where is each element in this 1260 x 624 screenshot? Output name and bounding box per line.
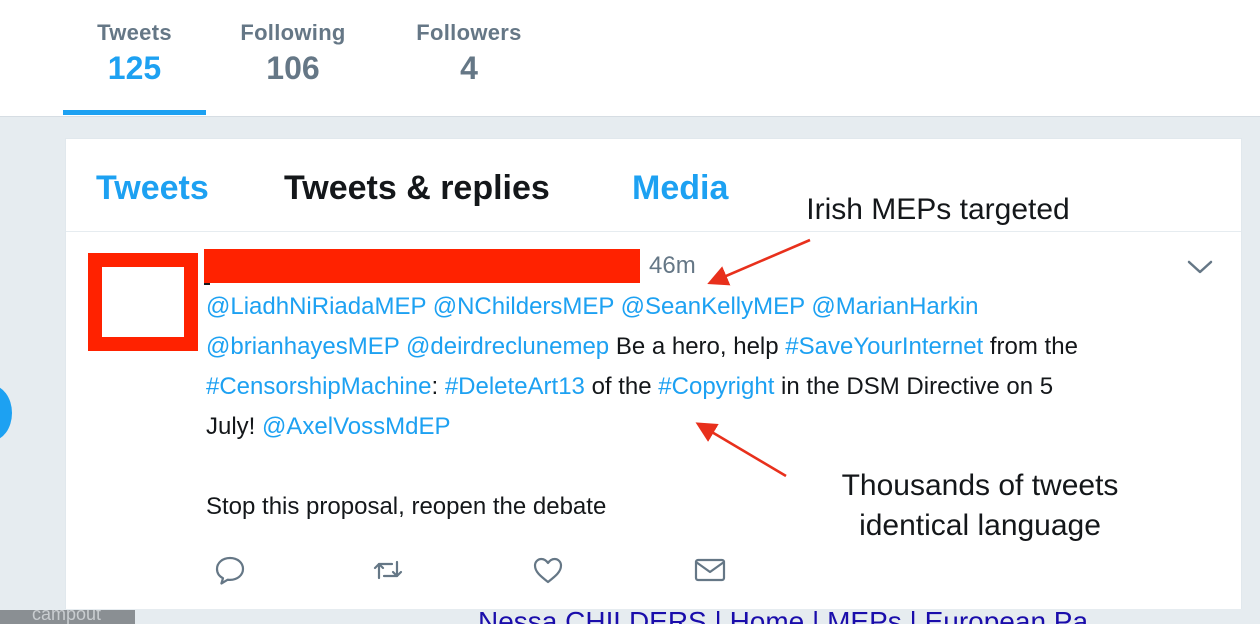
annotation-line: Thousands of tweets <box>841 469 1119 502</box>
background-thumbnail: campout <box>0 610 135 624</box>
stat-tweets-count: 125 <box>107 50 162 86</box>
profile-nav: Tweets 125 Following 106 Followers 4 <box>0 0 1260 117</box>
tweet-actions <box>206 552 806 588</box>
mentions-group-2[interactable]: @brianhayesMEP @deirdreclunemep <box>206 333 609 360</box>
stat-following-label: Following <box>240 20 346 45</box>
stat-followers[interactable]: Followers 4 <box>400 20 538 87</box>
tweet-text-fragment: in the DSM Directive on 5 <box>774 373 1054 400</box>
retweet-icon[interactable] <box>370 552 406 588</box>
tweet-line-3: #CensorshipMachine: #DeleteArt13 of the … <box>206 367 1216 407</box>
tweet-text-fragment: from the <box>983 333 1078 360</box>
redacted-avatar[interactable] <box>88 253 198 351</box>
tweet-line-2: @brianhayesMEP @deirdreclunemep Be a her… <box>206 327 1216 367</box>
side-button[interactable] <box>0 385 12 441</box>
stat-following[interactable]: Following 106 <box>226 20 360 87</box>
mentions-group-1[interactable]: @LiadhNiRiadaMEP @NChildersMEP @SeanKell… <box>206 293 978 320</box>
tweet-text-fragment: July! <box>206 413 263 440</box>
tweet-text-fragment: Be a hero, help <box>609 333 786 360</box>
background-thumbnail-text: campout <box>32 610 102 624</box>
annotation-identical-language: Thousands of tweets identical language <box>800 466 1160 546</box>
background-page-strip: campout Nessa CHILDERS | Home | MEPs | E… <box>0 610 1260 624</box>
hashtag-censorshipmachine[interactable]: #CensorshipMachine <box>206 373 431 400</box>
annotation-line: identical language <box>859 509 1101 542</box>
tweet-text-fragment: of the <box>584 373 659 400</box>
tweet-line-1: @LiadhNiRiadaMEP @NChildersMEP @SeanKell… <box>206 287 1216 327</box>
tab-tweets[interactable]: Tweets <box>96 169 209 208</box>
stat-followers-label: Followers <box>416 20 522 45</box>
tweet-timestamp[interactable]: 46m <box>649 252 696 280</box>
stat-following-count: 106 <box>266 50 320 86</box>
hashtag-copyright[interactable]: #Copyright <box>658 373 774 400</box>
mention-axelvossmdep[interactable]: @AxelVossMdEP <box>262 413 450 440</box>
background-page-link[interactable]: Nessa CHILDERS | Home | MEPs | European … <box>478 610 1088 624</box>
direct-message-icon[interactable] <box>692 552 728 588</box>
stat-followers-count: 4 <box>460 50 478 86</box>
active-tab-underline <box>63 110 206 115</box>
like-icon[interactable] <box>530 552 566 588</box>
redacted-username-bar <box>204 249 640 283</box>
reply-icon[interactable] <box>212 552 248 588</box>
annotation-irish-meps: Irish MEPs targeted <box>806 193 1070 226</box>
tweet-line-4: July! @AxelVossMdEP <box>206 407 1216 447</box>
hashtag-deleteart13[interactable]: #DeleteArt13 <box>445 373 585 400</box>
hashtag-saveyourinternet[interactable]: #SaveYourInternet <box>785 333 983 360</box>
tab-tweets-and-replies[interactable]: Tweets & replies <box>284 169 550 208</box>
tab-media[interactable]: Media <box>632 169 728 208</box>
stat-tweets-label: Tweets <box>97 20 172 45</box>
tweet-text-fragment: : <box>431 373 445 400</box>
chevron-down-icon[interactable] <box>1186 257 1214 277</box>
stat-tweets[interactable]: Tweets 125 <box>63 20 206 87</box>
